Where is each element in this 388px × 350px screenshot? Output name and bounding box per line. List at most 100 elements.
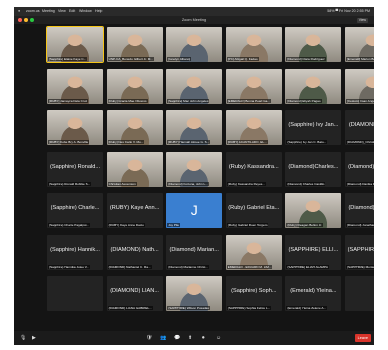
participant-tile[interactable]: EMERALD - EDUARD M. LIM... bbox=[225, 234, 282, 270]
record-icon[interactable]: ⏺ bbox=[202, 334, 205, 342]
participant-tile[interactable]: [Ruby] Nes Carlo V. Mo... bbox=[106, 110, 163, 145]
minimize-window-button[interactable] bbox=[24, 18, 28, 22]
participant-tile[interactable]: [Sapphire] Elaine Kaye C... bbox=[46, 26, 104, 63]
participant-name: (Sapphire) Hannika Jolee V... bbox=[48, 264, 91, 269]
leave-button[interactable]: Leave bbox=[354, 334, 371, 342]
participant-tile[interactable]: [RUBY] Jamayca Dela Cruz bbox=[47, 68, 103, 104]
participant-name-large: (Diamond) Jonath... bbox=[348, 205, 374, 211]
participant-name: (Sapphire) Ivy Jan C. Bato... bbox=[286, 140, 328, 144]
view-button[interactable]: View bbox=[356, 17, 368, 23]
participant-name-large: (Sapphire) Soph... bbox=[231, 288, 277, 294]
participant-name: [Ruby] Gracia Mae Oliveros bbox=[107, 98, 148, 103]
participants-icon[interactable]: 👥 bbox=[160, 334, 166, 342]
gallery-grid: [Sapphire] Elaine Kaye C... UNP-CA_Benedo… bbox=[46, 26, 374, 327]
zoom-window-button[interactable] bbox=[30, 18, 34, 22]
participant-tile[interactable]: [Ruby] Gracia Mae Oliveros bbox=[106, 68, 163, 104]
participant-tile[interactable]: [PC] Abigail Q. Fadao bbox=[225, 27, 282, 62]
menu-bar: ● zoom.us Meeting View Edit Window Help … bbox=[14, 7, 374, 16]
participant-tile[interactable] bbox=[345, 276, 374, 311]
participant-name: [Sapphire] Mac John Angeles bbox=[167, 98, 210, 103]
participant-tile[interactable]: (Emerald) Yleina... (Emerald) Yleina Zele… bbox=[285, 276, 342, 311]
participant-tile[interactable]: (SAPPHIRE) ELLI... (SAPPHIRE) ELIAH ALAMP… bbox=[285, 234, 342, 270]
participant-tile[interactable]: (Ruby) Reagan Bellon Jr. bbox=[285, 193, 342, 228]
window-titlebar: Zoom Meeting View bbox=[14, 16, 374, 24]
participant-tile[interactable]: [RUBY] Kobe Bry A. Bonville bbox=[47, 110, 103, 145]
participant-name: (DIAMOND) Nathaniel C. Ra... bbox=[107, 264, 152, 269]
participant-tile[interactable]: (Diamond) Danika... (Diamond) Danika Dani… bbox=[345, 151, 374, 187]
menu-edit[interactable]: Edit bbox=[69, 7, 75, 16]
participant-name: [Diamond] Clara Rodriguez bbox=[286, 57, 326, 61]
participant-tile[interactable]: [Diamond] Eliyah Pagao bbox=[285, 68, 342, 104]
window-title: Zoom Meeting bbox=[181, 18, 207, 22]
participant-name: [EMERALD] Bonna Pearl Ga... bbox=[226, 98, 271, 103]
participant-name: Joy Pile bbox=[167, 223, 181, 227]
menu-meeting[interactable]: Meeting bbox=[42, 7, 55, 16]
participant-tile[interactable]: (SAPPHIRE) Wilson Posadas bbox=[166, 276, 223, 311]
participant-tile[interactable]: (Diamond) Marian... (Diamond) Marianne Ch… bbox=[166, 234, 223, 270]
participant-tile[interactable]: (Diamond)Charles... (Diamond) Charles Cas… bbox=[285, 151, 342, 187]
zoom-window: ● zoom.us Meeting View Edit Window Help … bbox=[14, 7, 374, 345]
menu-view[interactable]: View bbox=[58, 7, 66, 16]
menu-window[interactable]: Window bbox=[79, 7, 92, 16]
participant-tile[interactable]: [Diamond] Clara Rodriguez bbox=[285, 27, 342, 62]
participant-name: (SAPPHIRE) Wilson Posadas bbox=[167, 306, 210, 310]
participant-tile[interactable]: (DIAMOND) LIAN... (DIAMOND) LIANA GABRIEL… bbox=[106, 276, 163, 311]
share-screen-icon[interactable]: ⬆ bbox=[188, 334, 192, 342]
participant-tile[interactable]: [Emerald] Marion Bayan bbox=[345, 27, 374, 62]
participant-name: (Diamond) Danika Daniels... bbox=[346, 181, 374, 186]
participant-name-large: (DIAMOND)_Chri... bbox=[348, 122, 374, 128]
participant-tile[interactable]: (Ruby) Kassandra... (Ruby) Kassandra Reye… bbox=[225, 151, 282, 187]
apple-icon[interactable]: ● bbox=[18, 7, 20, 16]
participant-tile[interactable]: [Cesium] Irsan Angeli Pagar bbox=[345, 68, 374, 104]
participant-tile[interactable]: (Diamond) Fortuna, John L... bbox=[166, 151, 223, 187]
participant-name: [Diamond] Eliyah Pagao bbox=[286, 98, 322, 103]
participant-name: (DIAMOND)_Christian Berna... bbox=[346, 140, 374, 144]
participant-name: [PC] Abigail Q. Fadao bbox=[226, 57, 259, 61]
participant-name-large: (Sapphire) Ivy Jan... bbox=[288, 122, 339, 128]
participant-tile[interactable]: (Sapphire) Soph... (SAPPHIRE) Sophia Feli… bbox=[225, 276, 282, 311]
chat-icon[interactable]: 💬 bbox=[174, 334, 180, 342]
reactions-icon[interactable]: ☺ bbox=[216, 334, 221, 342]
participant-name: (Diamond) Fortuna, John L... bbox=[167, 181, 209, 186]
participant-tile[interactable]: Christian Ascension bbox=[106, 151, 163, 187]
participant-name-large: (Sapphire) Ronald... bbox=[49, 163, 101, 170]
participant-tile[interactable]: (DIAMOND)_Chri... (DIAMOND)_Christian Ber… bbox=[345, 110, 374, 145]
participant-name: [Sapphire] Elaine Kaye C... bbox=[48, 57, 88, 61]
participant-name: (Diamond) Jonathan V. Tor... bbox=[346, 223, 374, 227]
participant-tile[interactable]: (Sapphire) Charle... (Sapphire) Charle Pa… bbox=[47, 193, 103, 228]
participant-tile[interactable]: (Ruby) Gabriel Eta... (Ruby) Gabriel Ruen… bbox=[225, 193, 282, 228]
menu-help[interactable]: Help bbox=[95, 7, 102, 16]
participant-name: (Ruby) Kassandra Reyes... bbox=[226, 181, 266, 186]
mute-icon[interactable]: 🎙 bbox=[20, 334, 26, 342]
participant-tile[interactable]: [Ionelyn Albano] bbox=[166, 27, 223, 62]
security-icon[interactable]: 🛡 bbox=[146, 334, 152, 342]
participant-name: (Sapphire) Charle Pagalpot... bbox=[48, 223, 91, 227]
close-window-button[interactable] bbox=[18, 18, 22, 22]
participant-tile[interactable]: UNP-CA_Benedo Gilbert Jr. M... bbox=[106, 27, 163, 62]
participant-tile[interactable]: (Diamond) Jonath... (Diamond) Jonathan V.… bbox=[345, 193, 374, 228]
participant-tile[interactable]: [RUBY] ACANTILADO, EL... bbox=[225, 110, 282, 145]
participant-tile[interactable]: (SAPPHIRE) Mont... (SAPPHIRE) Montell Vic… bbox=[345, 234, 374, 270]
participant-tile[interactable]: (Sapphire) Ronald... (Sapphire) Ronald Ro… bbox=[47, 151, 103, 187]
participant-tile[interactable]: (DIAMOND) Nath... (DIAMOND) Nathaniel C. … bbox=[106, 234, 163, 270]
participant-tile[interactable]: (RUBY) Kaye Ann... (RUBY) Kaye Anne Dacio bbox=[106, 193, 163, 228]
participant-name: (Emerald) Yleina Zelene A... bbox=[286, 306, 328, 310]
participant-name: (SAPPHIRE) Sophia Felice L... bbox=[226, 306, 272, 310]
participant-tile[interactable]: [EMERALD] Bonna Pearl Ga... bbox=[225, 68, 282, 104]
participant-tile[interactable]: [Sapphire] Mac John Angeles bbox=[166, 68, 223, 104]
participant-tile[interactable]: [RUBY] Hannah Aimee G. S... bbox=[166, 110, 223, 145]
participant-name-large: (Emerald) Yleina... bbox=[290, 288, 337, 294]
participant-name-large: (SAPPHIRE) ELLI... bbox=[288, 246, 339, 253]
participant-tile[interactable]: J Joy Pile bbox=[166, 193, 223, 228]
participant-tile[interactable]: (Sapphire) Ivy Jan... (Sapphire) Ivy Jan … bbox=[285, 110, 342, 145]
video-icon[interactable]: ▶ bbox=[32, 334, 36, 342]
participant-name: (Diamond) Marianne Christ... bbox=[167, 264, 209, 269]
participant-name: [Ruby] Nes Carlo V. Mo... bbox=[107, 140, 145, 144]
participant-name: (DIAMOND) LIANA GABRIEL... bbox=[107, 306, 153, 310]
participant-tile[interactable] bbox=[47, 276, 103, 311]
menu-zoom[interactable]: zoom.us bbox=[26, 7, 40, 16]
participant-name: (Sapphire) Ronald Robbie S... bbox=[48, 181, 92, 186]
participant-name: (SAPPHIRE) ELIAH ALAMPA bbox=[286, 264, 329, 269]
participant-name: (SAPPHIRE) Montell Victor... bbox=[346, 264, 374, 269]
participant-tile[interactable]: (Sapphire) Hannik... (Sapphire) Hannika J… bbox=[47, 234, 103, 270]
